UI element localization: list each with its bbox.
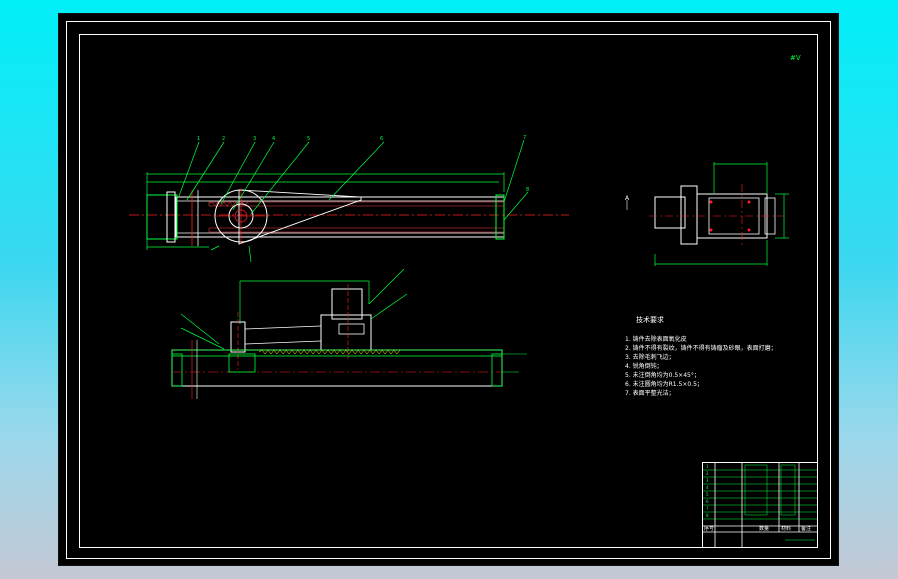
svg-text:5: 5 <box>706 492 709 497</box>
top-view: 1 2 3 4 5 6 7 8 <box>129 135 569 263</box>
svg-text:8: 8 <box>526 187 529 193</box>
svg-text:1: 1 <box>706 464 709 469</box>
svg-text:8: 8 <box>706 513 709 518</box>
tech-req-item: 6. 未注圆角均为R1.5×0.5； <box>625 380 703 388</box>
outer-frame <box>66 21 831 559</box>
title-block-header-note: 备注 <box>801 525 811 532</box>
svg-text:1: 1 <box>197 136 200 142</box>
tech-req-item: 4. 锐角倒钝； <box>625 362 663 370</box>
left-end-block <box>146 194 178 240</box>
technical-requirements: 技术要求 1. 铸件去除表面氧化皮 2. 铸件不得有裂纹，铸件不得有铸瘤及砂眼，… <box>625 315 777 397</box>
bottom-view <box>171 268 527 399</box>
svg-text:7: 7 <box>523 135 526 141</box>
svg-text:7: 7 <box>706 506 709 511</box>
svg-text:6: 6 <box>706 499 709 504</box>
svg-text:2: 2 <box>706 471 709 476</box>
tech-req-item: 5. 未注倒角均为0.5×45°； <box>625 371 700 379</box>
title-block-header-qty: 数量 <box>759 525 769 532</box>
svg-text:3: 3 <box>706 478 709 483</box>
rail-body <box>175 196 505 238</box>
title-block-header-seq: 序号 <box>704 525 714 532</box>
tech-req-title: 技术要求 <box>636 315 664 324</box>
title-block: 1 2 3 4 5 6 7 8 序号 数量 材料 备注 <box>702 462 818 548</box>
svg-text:2: 2 <box>222 136 225 142</box>
rail-lower <box>171 349 503 387</box>
tech-req-item: 7. 表面平整光洁； <box>625 389 675 397</box>
tech-req-item: 2. 铸件不得有裂纹，铸件不得有铸瘤及砂眼，表面打磨； <box>625 344 777 352</box>
cad-drawing: #V 1 2 3 4 5 6 78 A 技术要求 1. 铸件去除表面氧化皮 2.… <box>66 21 831 559</box>
roughness-symbol-icon: #V <box>790 54 801 62</box>
tech-req-item: 3. 去除毛刺飞边； <box>625 353 675 361</box>
svg-text:5: 5 <box>307 136 310 142</box>
side-view: A <box>625 162 789 266</box>
svg-text:6: 6 <box>380 136 383 142</box>
svg-text:A: A <box>625 195 630 202</box>
svg-text:3: 3 <box>253 136 256 142</box>
rack-teeth <box>208 201 505 207</box>
tech-req-item: 1. 铸件去除表面氧化皮 <box>625 335 687 343</box>
svg-text:4: 4 <box>272 136 275 142</box>
drawing-sheet: #V 1 2 3 4 5 6 7 8 A 技术要求 1. 铸件去除表面氧化皮 2… <box>59 14 838 565</box>
svg-text:#V: #V <box>790 54 801 62</box>
svg-text:4: 4 <box>706 485 709 490</box>
title-block-header-mat: 材料 <box>781 525 791 532</box>
